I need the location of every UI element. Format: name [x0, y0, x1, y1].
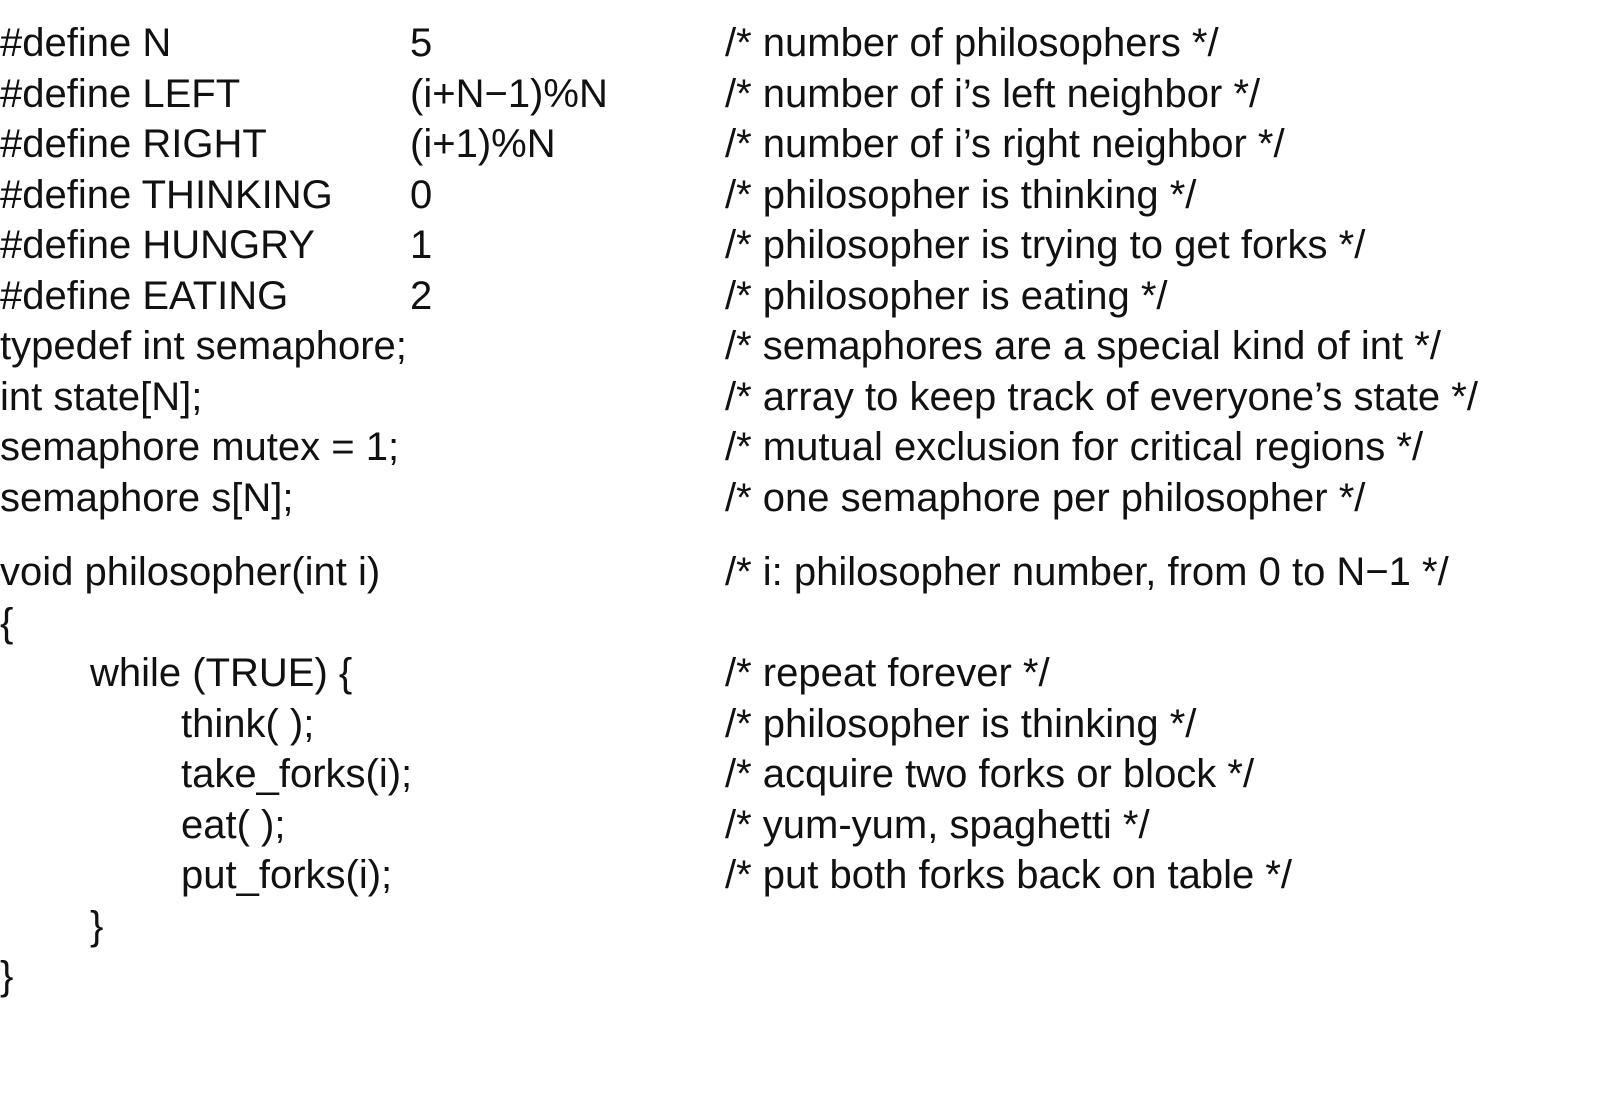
declaration-line-typedef: typedef int semaphore; /* semaphores are…: [0, 321, 1608, 372]
define-line-left: #define LEFT (i+N−1)%N /* number of i’s …: [0, 69, 1608, 120]
body-line-think: think( ); /* philosopher is thinking */: [0, 699, 1608, 750]
define-name: #define N: [0, 21, 172, 65]
body-line-take-forks: take_forks(i); /* acquire two forks or b…: [0, 749, 1608, 800]
define-line-thinking: #define THINKING 0 /* philosopher is thi…: [0, 170, 1608, 221]
statement: eat( );: [181, 802, 286, 847]
statement: put_forks(i);: [181, 853, 393, 897]
define-name: #define EATING: [0, 273, 289, 318]
code-comment: /* acquire two forks or block */: [725, 752, 1255, 796]
close-brace: }: [90, 903, 104, 948]
define-value: 5: [410, 21, 433, 65]
code-comment: /* i: philosopher number, from 0 to N−1 …: [725, 550, 1449, 594]
code-comment: /* one semaphore per philosopher */: [725, 475, 1366, 520]
close-brace: }: [0, 954, 14, 998]
code-comment: /* number of i’s left neighbor */: [725, 71, 1261, 116]
define-value: 0: [410, 172, 433, 217]
declaration-line-mutex: semaphore mutex = 1; /* mutual exclusion…: [0, 422, 1608, 473]
declaration-line-state: int state[N]; /* array to keep track of …: [0, 372, 1608, 423]
define-value: (i+N−1)%N: [410, 71, 608, 116]
body-line-put-forks: put_forks(i); /* put both forks back on …: [0, 850, 1608, 901]
declaration-code: typedef int semaphore;: [0, 324, 407, 368]
code-comment: /* number of philosophers */: [725, 21, 1219, 65]
code-comment: /* philosopher is trying to get forks */: [725, 223, 1366, 267]
define-value: 2: [410, 273, 433, 318]
declaration-code: int state[N];: [0, 374, 203, 419]
code-comment: /* semaphores are a special kind of int …: [725, 324, 1441, 368]
define-line-right: #define RIGHT (i+1)%N /* number of i’s r…: [0, 119, 1608, 170]
code-comment: /* repeat forever */: [725, 651, 1050, 695]
statement: think( );: [181, 701, 315, 746]
function-open-brace-line: {: [0, 598, 1608, 649]
define-value: (i+1)%N: [410, 122, 556, 166]
define-value: 1: [410, 223, 433, 267]
code-comment: /* mutual exclusion for critical regions…: [725, 425, 1424, 469]
code-comment: /* array to keep track of everyone’s sta…: [725, 374, 1478, 419]
declaration-line-semaphores: semaphore s[N]; /* one semaphore per phi…: [0, 473, 1608, 524]
code-comment: /* put both forks back on table */: [725, 853, 1293, 897]
code-comment: /* philosopher is thinking */: [725, 701, 1197, 746]
code-comment: /* yum-yum, spaghetti */: [725, 802, 1150, 847]
loop-close-brace-line: }: [0, 901, 1608, 952]
open-brace: {: [0, 600, 14, 645]
code-listing: #define N 5 /* number of philosophers */…: [0, 18, 1608, 1002]
declaration-code: semaphore mutex = 1;: [0, 425, 400, 469]
function-signature: void philosopher(int i): [0, 550, 381, 594]
statement: take_forks(i);: [181, 752, 413, 796]
loop-line: while (TRUE) { /* repeat forever */: [0, 648, 1608, 699]
declaration-code: semaphore s[N];: [0, 475, 294, 520]
function-signature-line: void philosopher(int i) /* i: philosophe…: [0, 547, 1608, 598]
define-name: #define RIGHT: [0, 122, 267, 166]
code-comment: /* philosopher is thinking */: [725, 172, 1197, 217]
body-line-eat: eat( ); /* yum-yum, spaghetti */: [0, 800, 1608, 851]
code-comment: /* number of i’s right neighbor */: [725, 122, 1285, 166]
define-name: #define LEFT: [0, 71, 241, 116]
code-comment: /* philosopher is eating */: [725, 273, 1168, 318]
define-line-hungry: #define HUNGRY 1 /* philosopher is tryin…: [0, 220, 1608, 271]
define-line-eating: #define EATING 2 /* philosopher is eatin…: [0, 271, 1608, 322]
define-line-n: #define N 5 /* number of philosophers */: [0, 18, 1608, 69]
loop-statement: while (TRUE) {: [90, 651, 353, 695]
define-name: #define THINKING: [0, 172, 333, 217]
function-close-brace-line: }: [0, 951, 1608, 1002]
define-name: #define HUNGRY: [0, 223, 315, 267]
